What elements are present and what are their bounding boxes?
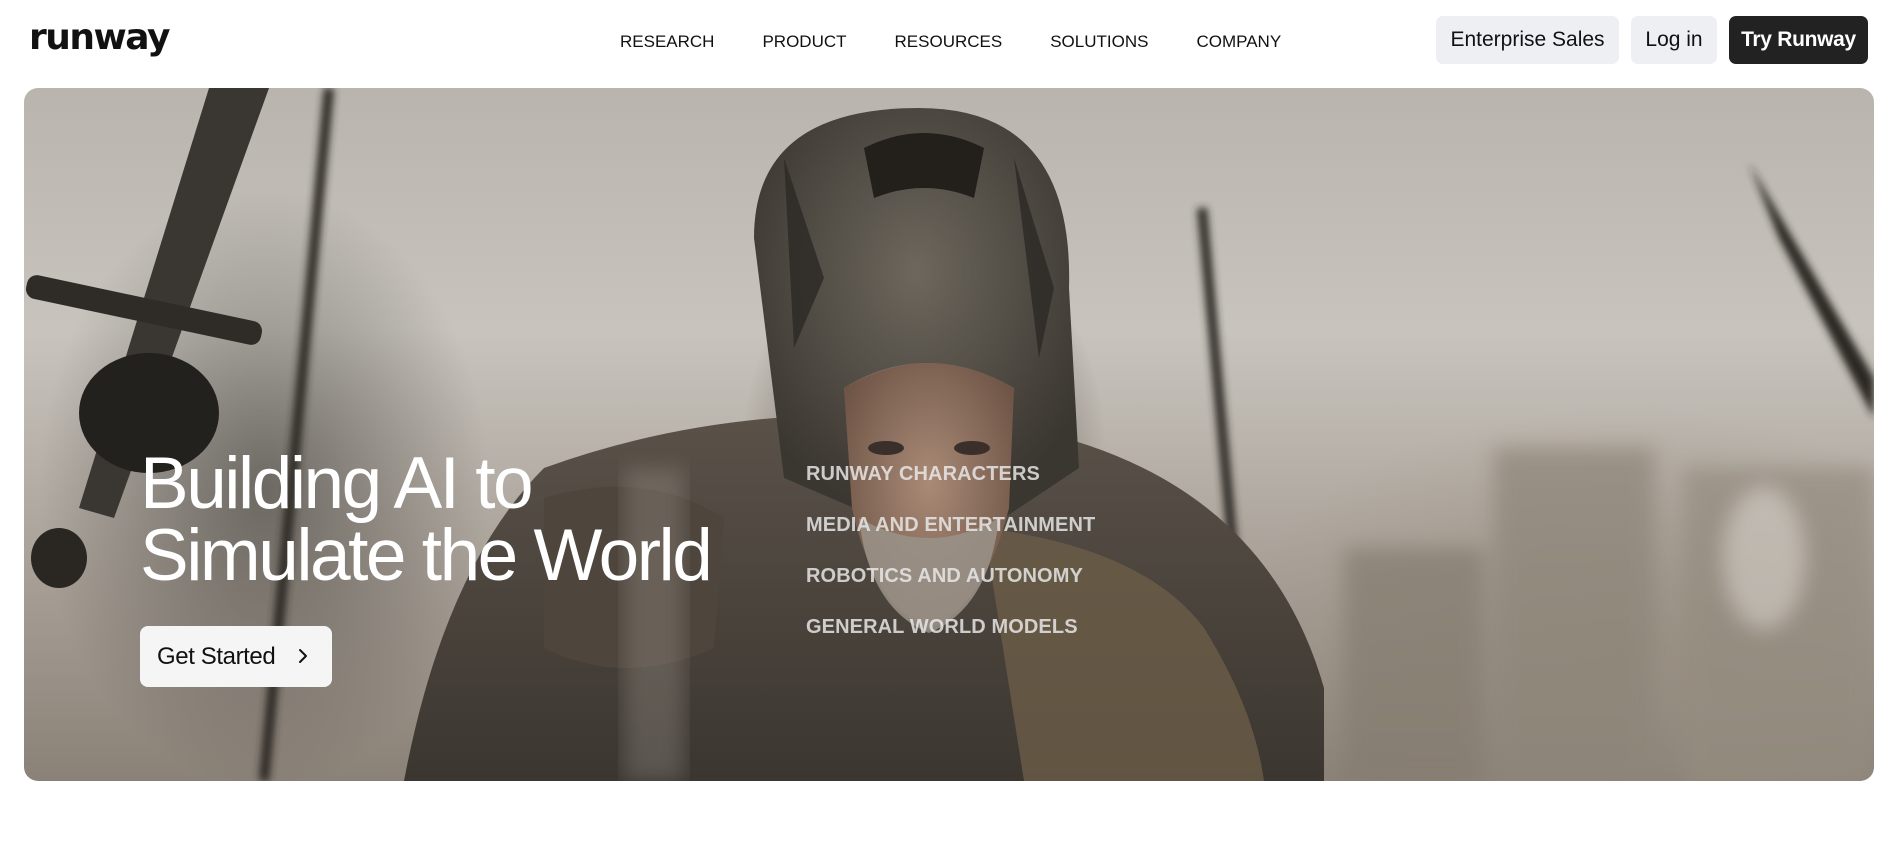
try-runway-button[interactable]: Try Runway — [1729, 16, 1868, 64]
header-actions: Enterprise Sales Log in Try Runway — [1436, 16, 1868, 64]
get-started-label: Get Started — [157, 642, 276, 670]
nav-product[interactable]: PRODUCT — [762, 30, 846, 54]
solution-general-world-models[interactable]: GENERAL WORLD MODELS — [806, 615, 1095, 639]
nav-solutions[interactable]: SOLUTIONS — [1050, 30, 1148, 54]
site-header: runway RESEARCH PRODUCT RESOURCES SOLUTI… — [0, 0, 1890, 80]
hero-headline: Building AI to Simulate the World — [140, 443, 713, 596]
nav-research[interactable]: RESEARCH — [620, 30, 714, 54]
hero-headline-line1: Building AI to — [140, 443, 534, 524]
hero-banner: Building AI to Simulate the World Get St… — [24, 88, 1874, 781]
solution-media-entertainment[interactable]: MEDIA AND ENTERTAINMENT — [806, 513, 1095, 537]
login-button[interactable]: Log in — [1631, 16, 1717, 64]
chevron-right-icon — [299, 649, 307, 663]
nav-company[interactable]: COMPANY — [1196, 30, 1281, 54]
runway-logo[interactable]: runway — [29, 14, 170, 62]
main-nav: RESEARCH PRODUCT RESOURCES SOLUTIONS COM… — [620, 30, 1281, 54]
nav-resources[interactable]: RESOURCES — [895, 30, 1003, 54]
get-started-button[interactable]: Get Started — [140, 626, 332, 687]
solution-robotics-autonomy[interactable]: ROBOTICS AND AUTONOMY — [806, 564, 1095, 588]
solutions-list: RUNWAY CHARACTERS MEDIA AND ENTERTAINMEN… — [806, 462, 1095, 666]
solution-runway-characters[interactable]: RUNWAY CHARACTERS — [806, 462, 1095, 486]
enterprise-sales-button[interactable]: Enterprise Sales — [1436, 16, 1619, 64]
hero-headline-line2: Simulate the World — [140, 515, 713, 596]
